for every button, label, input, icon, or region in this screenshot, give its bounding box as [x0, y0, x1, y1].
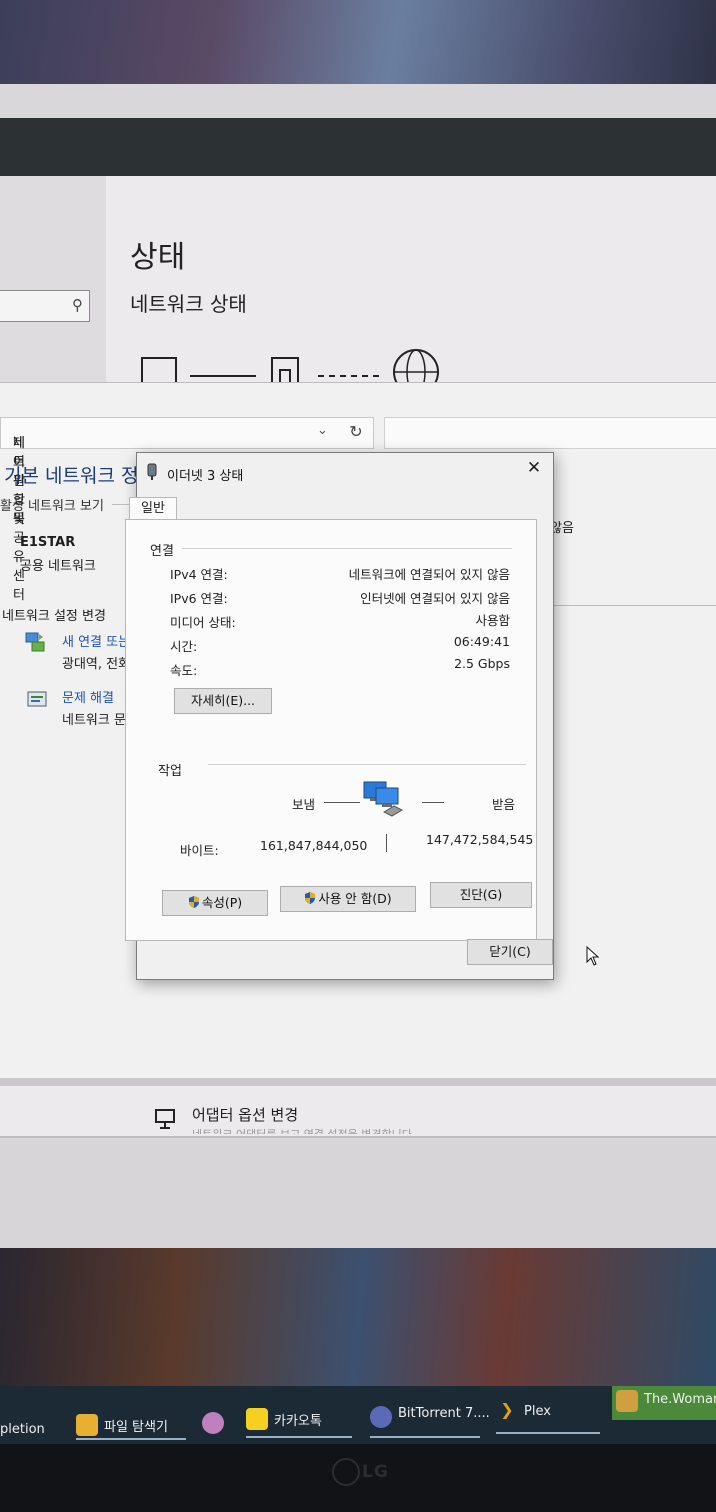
general-tab-panel: 연결 IPv4 연결: 네트워크에 연결되어 있지 않음 IPv6 연결: 인터…: [125, 519, 537, 941]
window-strip: [0, 84, 716, 118]
network-computers-icon: [363, 781, 404, 817]
plex-icon: ❯: [500, 1400, 514, 1419]
ipv4-label: IPv4 연결:: [170, 567, 228, 582]
search-icon: ⚲: [72, 296, 83, 314]
taskbar-running-indicator: [370, 1436, 480, 1438]
mouse-cursor-icon: [586, 946, 600, 966]
taskbar-running-indicator: [76, 1438, 186, 1440]
settings-search-input[interactable]: ⚲: [0, 290, 90, 322]
monitor-brand: LG: [362, 1462, 389, 1482]
settings-window-bottom: 어댑터 옵션 변경 네트워크 어댑터를 보고 연결 설정을 변경합니다.: [0, 1086, 716, 1136]
taskbar-item-bittorrent[interactable]: BitTorrent 7....: [370, 1392, 490, 1438]
disable-button[interactable]: 사용 안 함(D): [280, 886, 416, 912]
control-panel-search-input[interactable]: [384, 417, 716, 449]
taskbar-item-media-player[interactable]: The.Woman...: [612, 1386, 716, 1420]
disable-label: 사용 안 함(D): [318, 891, 392, 906]
received-line: [422, 802, 444, 803]
connection-group-label: 연결: [150, 544, 174, 559]
desktop-wallpaper-top: [0, 0, 716, 84]
window-titlebar-dark: [0, 118, 716, 178]
close-button[interactable]: 닫기(C): [467, 939, 553, 965]
active-networks-label: 활성 네트워크 보기: [0, 499, 104, 514]
sent-label: 보냄: [292, 797, 316, 812]
diagnose-button[interactable]: 진단(G): [430, 882, 532, 908]
network-adapter-icon: [147, 463, 157, 480]
tab-general[interactable]: 일반: [129, 497, 177, 520]
chevron-down-icon[interactable]: ⌄: [317, 423, 328, 438]
adapter-options-desc: 네트워크 어댑터를 보고 연결 설정을 변경합니다.: [192, 1126, 415, 1134]
folder-icon: [76, 1414, 98, 1436]
dialog-title: 이더넷 3 상태: [167, 469, 244, 484]
taskbar-running-indicator: [496, 1432, 600, 1434]
ipv6-label: IPv6 연결:: [170, 591, 228, 606]
bytes-received-value: 147,472,584,545: [426, 832, 534, 847]
settings-sidebar: ⚲: [0, 176, 106, 386]
received-label: 받음: [492, 797, 516, 812]
taskbar-item[interactable]: pletion: [0, 1392, 60, 1437]
refresh-icon[interactable]: ↻: [340, 417, 372, 447]
troubleshoot-link[interactable]: 문제 해결: [62, 687, 114, 706]
address-bar[interactable]: 제어판 항목 › 네트워크 및 공유 센터 ⌄: [0, 417, 374, 603]
app-circle-icon: [202, 1412, 224, 1434]
media-state-value: 사용함: [475, 613, 510, 628]
ipv4-value: 네트워크에 연결되어 있지 않음: [348, 567, 510, 582]
new-connection-desc: 광대역, 전화: [62, 657, 131, 672]
control-panel-heading: 기본 네트워크 정: [4, 465, 139, 487]
taskbar-item-kakaotalk[interactable]: 카카오톡: [246, 1392, 352, 1438]
divider: [552, 605, 716, 606]
duration-label: 시간:: [170, 639, 198, 654]
taskbar-item-file-explorer[interactable]: 파일 탐색기: [76, 1392, 186, 1440]
bytes-label: 바이트:: [180, 843, 219, 858]
lg-logo-icon: [332, 1458, 360, 1486]
monitor-icon: [155, 1109, 175, 1129]
ethernet-status-dialog: 이더넷 3 상태 ✕ 일반 연결 IPv4 연결: 네트워크에 연결되어 있지 …: [125, 452, 554, 980]
sent-line: [324, 802, 360, 803]
shield-icon: [305, 892, 316, 904]
media-player-icon: [616, 1390, 638, 1412]
properties-button[interactable]: 속성(P): [162, 890, 268, 916]
network-name: E1STAR: [20, 535, 76, 550]
speed-value: 2.5 Gbps: [454, 656, 510, 671]
speed-label: 속도:: [170, 663, 198, 678]
media-state-label: 미디어 상태:: [170, 615, 236, 630]
taskbar-item-app[interactable]: [202, 1392, 232, 1434]
page-title: 상태: [130, 240, 186, 275]
troubleshoot-desc: 네트워크 문: [62, 713, 126, 728]
bittorrent-icon: [370, 1406, 392, 1428]
window-background: [0, 1136, 716, 1250]
taskbar: pletion 파일 탐색기 카카오톡 BitTorrent 7.... ❯ P…: [0, 1386, 716, 1444]
new-connection-icon: [25, 632, 45, 652]
bytes-divider: [386, 834, 387, 852]
activity-group-label: 작업: [158, 764, 182, 779]
group-divider: [182, 548, 512, 549]
desktop-wallpaper-bottom: [0, 1248, 716, 1408]
properties-label: 속성(P): [201, 895, 243, 910]
troubleshoot-icon: [27, 691, 47, 707]
network-status-heading: 네트워크 상태: [130, 292, 247, 316]
network-diagram-icon: [141, 349, 439, 386]
breadcrumb-item[interactable]: 네트워크 및 공유 센터: [13, 432, 25, 603]
network-type: 공용 네트워크: [20, 559, 96, 574]
new-connection-link[interactable]: 새 연결 또는: [62, 631, 130, 650]
group-divider: [208, 764, 526, 765]
window-edge: [0, 1078, 716, 1086]
shield-icon: [188, 896, 199, 908]
details-button[interactable]: 자세히(E)...: [174, 688, 272, 714]
change-network-settings-label: 네트워크 설정 변경: [2, 609, 106, 624]
settings-window: ⚲ 상태 네트워크 상태: [0, 176, 716, 386]
ipv6-value: 인터넷에 연결되어 있지 않음: [360, 591, 510, 606]
kakaotalk-icon: [246, 1408, 268, 1430]
adapter-options-link[interactable]: 어댑터 옵션 변경: [192, 1104, 298, 1125]
taskbar-item-plex[interactable]: ❯ Plex: [496, 1392, 600, 1434]
duration-value: 06:49:41: [453, 634, 510, 649]
bytes-sent-value: 161,847,844,050: [260, 838, 368, 853]
close-icon[interactable]: ✕: [523, 457, 545, 479]
taskbar-running-indicator: [246, 1436, 352, 1438]
